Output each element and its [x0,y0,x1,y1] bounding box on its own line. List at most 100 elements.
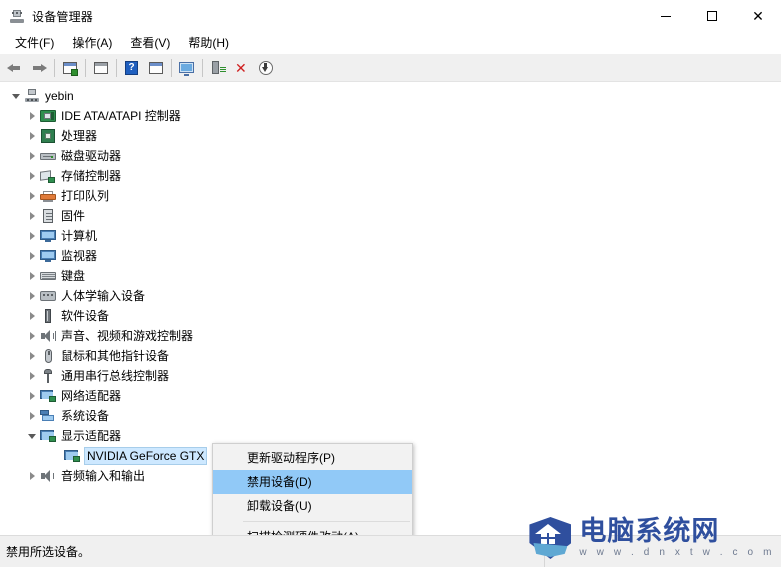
chevron-right-icon[interactable] [24,148,40,164]
tree-node[interactable]: 存储控制器 [0,166,781,186]
tree-node-label: 磁盘驱动器 [61,149,122,163]
chevron-right-icon[interactable] [24,308,40,324]
minimize-button[interactable] [643,0,689,32]
tree-node-label: 打印队列 [61,189,110,203]
enable-device-icon [210,60,226,76]
window-controls: ✕ [643,0,781,32]
window-title: 设备管理器 [32,9,94,24]
chevron-right-icon[interactable] [24,388,40,404]
tree-node[interactable]: 通用串行总线控制器 [0,366,781,386]
ctx-disable-device[interactable]: 禁用设备(D) [213,470,412,494]
chevron-right-icon[interactable] [24,268,40,284]
toolbar-separator [54,58,55,77]
keyboard-icon [40,268,56,284]
enable-device-button[interactable] [206,56,230,79]
tree-node[interactable]: 计算机 [0,226,781,246]
tree-node[interactable]: IDE ATA/ATAPI 控制器 [0,106,781,126]
tree-node[interactable]: 键盘 [0,266,781,286]
menu-bar: 文件(F) 操作(A) 查看(V) 帮助(H) [0,32,781,54]
menu-file[interactable]: 文件(F) [6,33,63,53]
tree-node-label: NVIDIA GeForce GTX [83,447,208,465]
chevron-right-icon[interactable] [24,288,40,304]
computer-node-icon [24,88,40,104]
ctx-separator [243,521,410,522]
display-adapter-icon [40,428,56,444]
chevron-right-icon[interactable] [24,208,40,224]
chevron-down-icon[interactable] [8,88,24,104]
network-adapter-icon [40,388,56,404]
chevron-right-icon[interactable] [24,188,40,204]
chevron-right-icon[interactable] [24,248,40,264]
update-driver-icon [258,60,274,76]
chevron-down-icon[interactable] [24,428,40,444]
usb-controller-icon [40,368,56,384]
firmware-icon [40,208,56,224]
print-queue-icon [40,188,56,204]
help-icon: ? [124,60,140,76]
tree-node[interactable]: 软件设备 [0,306,781,326]
software-device-icon [40,308,56,324]
status-secondary-panel [545,536,781,567]
tree-node[interactable]: 鼠标和其他指针设备 [0,346,781,366]
uninstall-device-button[interactable]: ✕ [230,56,254,79]
back-button[interactable] [3,56,27,79]
chevron-right-icon[interactable] [24,108,40,124]
show-hide-console-tree-icon [62,60,78,76]
tree-node[interactable]: 人体学输入设备 [0,286,781,306]
chevron-right-icon[interactable] [24,128,40,144]
tree-node-root[interactable]: yebin [0,86,781,106]
menu-help[interactable]: 帮助(H) [179,33,238,53]
tree-node[interactable]: 系统设备 [0,406,781,426]
maximize-button[interactable] [689,0,735,32]
tree-node[interactable]: 处理器 [0,126,781,146]
forward-button[interactable] [27,56,51,79]
properties-button[interactable] [89,56,113,79]
tree-node-label: 声音、视频和游戏控制器 [61,329,194,343]
device-manager-icon [9,8,25,24]
device-manager-window: 设备管理器 ✕ 文件(F) 操作(A) 查看(V) 帮助(H) ? ✕ yebi… [0,0,781,567]
disk-drive-icon [40,148,56,164]
show-hide-console-tree-button[interactable] [58,56,82,79]
scan-hardware-changes-button[interactable] [175,56,199,79]
chevron-right-icon[interactable] [24,368,40,384]
chevron-right-icon[interactable] [24,328,40,344]
update-driver-button[interactable] [254,56,278,79]
toolbar-separator-3 [116,58,117,77]
menu-view[interactable]: 查看(V) [121,33,179,53]
scan-hardware-changes-icon [179,60,195,76]
tree-node[interactable]: 打印队列 [0,186,781,206]
help-button[interactable]: ? [120,56,144,79]
tree-node[interactable]: 监视器 [0,246,781,266]
tree-node-label: 固件 [61,209,86,223]
tree-node-label: yebin [45,89,74,103]
device-tree: yebin IDE ATA/ATAPI 控制器处理器磁盘驱动器存储控制器打印队列固… [0,82,781,486]
tree-node[interactable]: 磁盘驱动器 [0,146,781,166]
uninstall-device-icon: ✕ [235,59,247,76]
show-hide-action-pane-button[interactable] [144,56,168,79]
chevron-right-icon[interactable] [24,228,40,244]
tree-node[interactable]: 声音、视频和游戏控制器 [0,326,781,346]
ctx-uninstall-device[interactable]: 卸载设备(U) [213,494,412,518]
show-hide-action-pane-icon [148,60,164,76]
tree-node-label: 键盘 [61,269,86,283]
menu-action[interactable]: 操作(A) [63,33,121,53]
tree-node-label: 显示适配器 [61,429,122,443]
toolbar: ? ✕ [0,54,781,82]
ctx-update-driver[interactable]: 更新驱动程序(P) [213,446,412,470]
tree-node[interactable]: 网络适配器 [0,386,781,406]
title-bar: 设备管理器 ✕ [0,0,781,32]
chevron-right-icon[interactable] [24,468,40,484]
chevron-right-icon[interactable] [24,348,40,364]
tree-node-label: 处理器 [61,129,98,143]
computer-icon [40,228,56,244]
close-button[interactable]: ✕ [735,0,781,32]
tree-node[interactable]: 固件 [0,206,781,226]
chevron-right-icon[interactable] [24,408,40,424]
tree-node-label: 软件设备 [61,309,110,323]
storage-controller-icon [40,168,56,184]
chevron-right-icon[interactable] [24,168,40,184]
processor-icon [40,128,56,144]
chevron-none-icon [48,448,64,464]
audio-io-icon [40,468,56,484]
status-bar: 禁用所选设备。 [0,535,781,567]
